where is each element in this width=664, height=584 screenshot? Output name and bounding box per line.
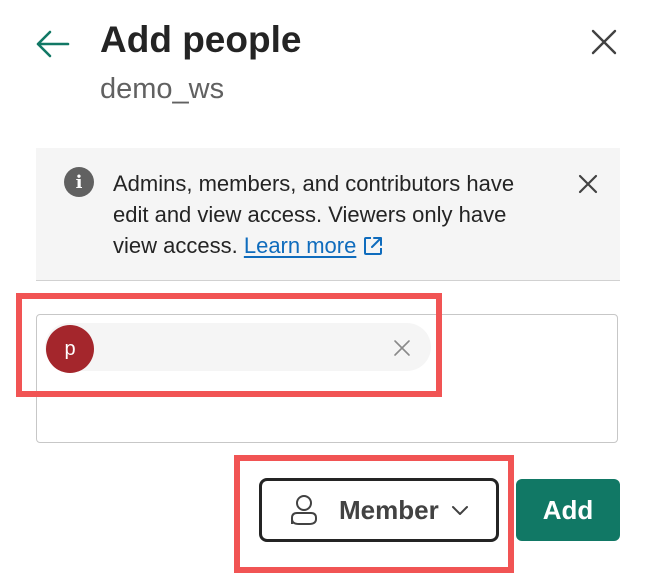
back-button[interactable] [30,24,74,64]
learn-more-label: Learn more [243,233,357,258]
close-panel-button[interactable] [584,22,624,62]
highlight-box-picker [16,293,442,397]
add-button[interactable]: Add [516,479,620,541]
dismiss-banner-button[interactable] [570,168,606,200]
back-arrow-icon [36,30,70,58]
highlight-box-role [234,455,514,573]
learn-more-link[interactable]: Learn more [244,233,385,258]
close-icon [591,29,617,55]
info-banner-text: Admins, members, and contributors have e… [113,168,553,261]
workspace-name: demo_ws [100,73,225,105]
panel-title: Add people [100,19,302,60]
info-icon: i [64,167,94,197]
close-icon [578,174,598,194]
external-link-icon [364,237,383,255]
